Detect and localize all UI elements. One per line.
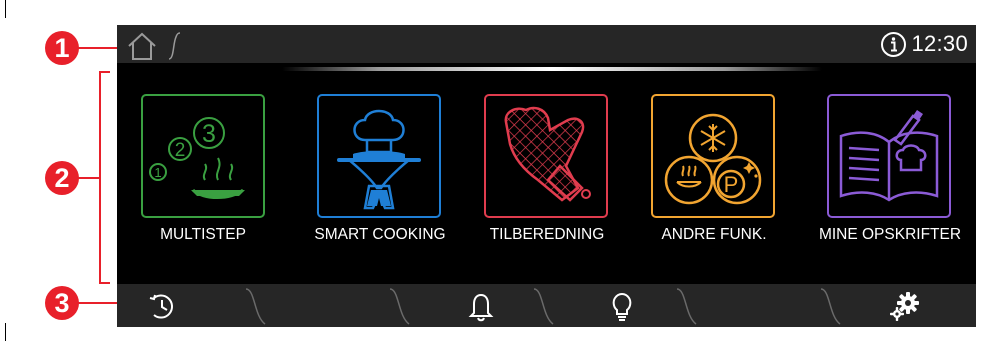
tile-smart-cooking[interactable]	[317, 94, 441, 218]
multistep-icon: 1 2 3	[149, 117, 245, 199]
appliance-screen: 12:30 1 2 3 P MULTISTEP SMART COOKING TI…	[117, 25, 976, 327]
svg-text:1: 1	[154, 165, 161, 180]
separator-glow	[282, 67, 822, 71]
svg-text:P: P	[724, 172, 739, 197]
tile-label-smart-cooking: SMART COOKING	[314, 226, 446, 243]
settings-gears-icon[interactable]	[889, 290, 921, 322]
tile-mine-opskrifter[interactable]	[827, 94, 951, 218]
svg-text:2: 2	[175, 140, 186, 161]
callout-badge-2: 2	[45, 161, 79, 195]
top-bar: 12:30	[117, 25, 976, 63]
svg-text:3: 3	[202, 120, 216, 148]
tile-tilberedning[interactable]	[484, 94, 608, 218]
tile-label-mine-opskrifter: MINE OPSKRIFTER	[818, 226, 962, 243]
timer-icon[interactable]	[146, 290, 178, 322]
tile-label-tilberedning: TILBEREDNING	[489, 226, 605, 243]
oven-mitt-icon	[504, 106, 591, 202]
tab-dividers	[245, 288, 841, 325]
other-functions-icon: P	[664, 113, 762, 205]
clock-time: 12:30	[911, 31, 968, 56]
tile-andre-funk[interactable]: P	[651, 94, 775, 218]
callout-badge-1: 1	[45, 31, 79, 65]
recipe-book-icon	[839, 110, 939, 202]
tile-multistep[interactable]: 1 2 3	[141, 94, 265, 218]
status-area: 12:30	[880, 29, 968, 59]
bottom-bar	[117, 284, 976, 327]
lightbulb-icon[interactable]	[606, 290, 638, 322]
callout-badge-3: 3	[45, 286, 79, 320]
tile-label-multistep: MULTISTEP	[160, 226, 246, 243]
home-icon[interactable]	[124, 29, 186, 61]
tile-label-andre-funk: ANDRE FUNK.	[661, 226, 767, 243]
info-icon[interactable]	[880, 31, 907, 58]
bell-icon[interactable]	[465, 290, 497, 322]
chef-cloche-icon	[337, 109, 421, 210]
